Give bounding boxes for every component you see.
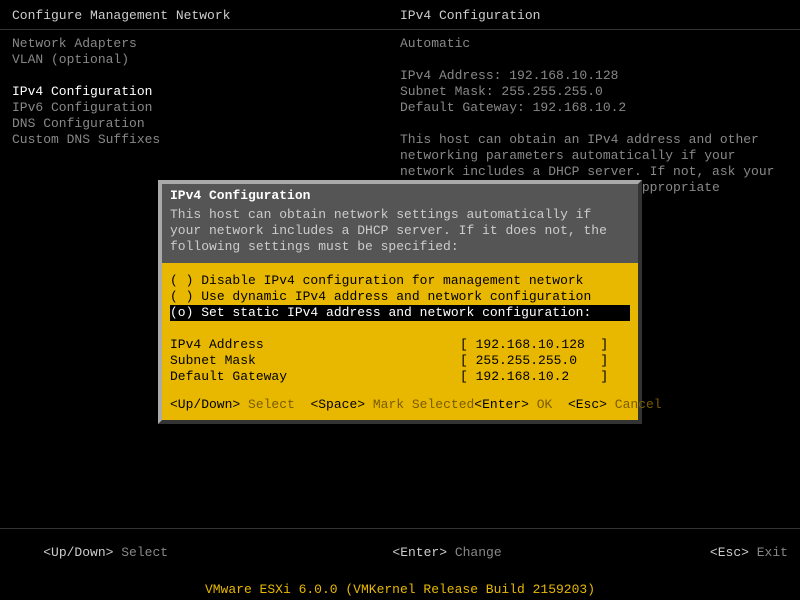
dialog-title: IPv4 Configuration — [162, 184, 638, 205]
option-disable-ipv4[interactable]: ( ) Disable IPv4 configuration for manag… — [170, 273, 630, 289]
footer-enter-key: <Enter> — [392, 545, 447, 560]
menu-item-network-adapters[interactable]: Network Adapters — [12, 36, 400, 52]
dialog-hint-bar: <Up/Down> Select <Space> Mark Selected <… — [162, 391, 638, 420]
info-ipv4-address: IPv4 Address: 192.168.10.128 — [400, 68, 788, 84]
hint-updown-action: Select — [248, 397, 295, 412]
field-value[interactable]: [ 192.168.10.2 ] — [460, 369, 608, 385]
footer-enter-action: Change — [455, 545, 502, 560]
dialog-spacer — [170, 321, 630, 337]
footer-updown-key: <Up/Down> — [43, 545, 113, 560]
option-marker: ( ) — [170, 273, 193, 288]
menu-item-dns[interactable]: DNS Configuration — [12, 116, 400, 132]
header-title-right: IPv4 Configuration — [400, 8, 788, 23]
info-mode: Automatic — [400, 36, 788, 52]
option-label: Disable IPv4 configuration for managemen… — [201, 273, 583, 288]
header-title-left: Configure Management Network — [12, 8, 400, 23]
option-label: Set static IPv4 address and network conf… — [201, 305, 591, 320]
dialog-description: This host can obtain network settings au… — [162, 205, 638, 263]
hint-space-key: <Space> — [310, 397, 365, 412]
hint-enter-key: <Enter> — [474, 397, 529, 412]
info-spacer — [400, 52, 788, 68]
menu-item-custom-dns[interactable]: Custom DNS Suffixes — [12, 132, 400, 148]
field-default-gateway[interactable]: Default Gateway [ 192.168.10.2 ] — [170, 369, 630, 385]
ipv4-config-dialog: IPv4 Configuration This host can obtain … — [158, 180, 642, 424]
footer-esc-action: Exit — [757, 545, 788, 560]
option-dynamic-ipv4[interactable]: ( ) Use dynamic IPv4 address and network… — [170, 289, 630, 305]
field-label: Default Gateway — [170, 369, 460, 385]
field-value[interactable]: [ 255.255.255.0 ] — [460, 353, 608, 369]
hint-esc-key: <Esc> — [568, 397, 607, 412]
footer-hint-bar: <Up/Down> Select <Enter> Change <Esc> Ex… — [0, 528, 800, 578]
field-value[interactable]: [ 192.168.10.128 ] — [460, 337, 608, 353]
option-marker: ( ) — [170, 289, 193, 304]
field-label: Subnet Mask — [170, 353, 460, 369]
menu-item-ipv6[interactable]: IPv6 Configuration — [12, 100, 400, 116]
version-bar: VMware ESXi 6.0.0 (VMKernel Release Buil… — [0, 580, 800, 600]
menu-item-vlan[interactable]: VLAN (optional) — [12, 52, 400, 68]
menu-spacer — [12, 68, 400, 84]
info-default-gateway: Default Gateway: 192.168.10.2 — [400, 100, 788, 116]
separator — [0, 29, 800, 30]
hint-esc-action: Cancel — [615, 397, 662, 412]
hint-space-action: Mark Selected — [373, 397, 474, 412]
footer-esc-key: <Esc> — [710, 545, 749, 560]
field-label: IPv4 Address — [170, 337, 460, 353]
dialog-body: ( ) Disable IPv4 configuration for manag… — [162, 263, 638, 391]
info-subnet-mask: Subnet Mask: 255.255.255.0 — [400, 84, 788, 100]
option-static-ipv4[interactable]: (o) Set static IPv4 address and network … — [170, 305, 630, 321]
option-label: Use dynamic IPv4 address and network con… — [201, 289, 591, 304]
hint-enter-action: OK — [537, 397, 553, 412]
header-bar: Configure Management Network IPv4 Config… — [0, 0, 800, 27]
option-marker: (o) — [170, 305, 193, 320]
footer-updown-action: Select — [121, 545, 168, 560]
menu-item-ipv4[interactable]: IPv4 Configuration — [12, 84, 400, 100]
field-subnet-mask[interactable]: Subnet Mask [ 255.255.255.0 ] — [170, 353, 630, 369]
field-ipv4-address[interactable]: IPv4 Address [ 192.168.10.128 ] — [170, 337, 630, 353]
hint-updown-key: <Up/Down> — [170, 397, 240, 412]
